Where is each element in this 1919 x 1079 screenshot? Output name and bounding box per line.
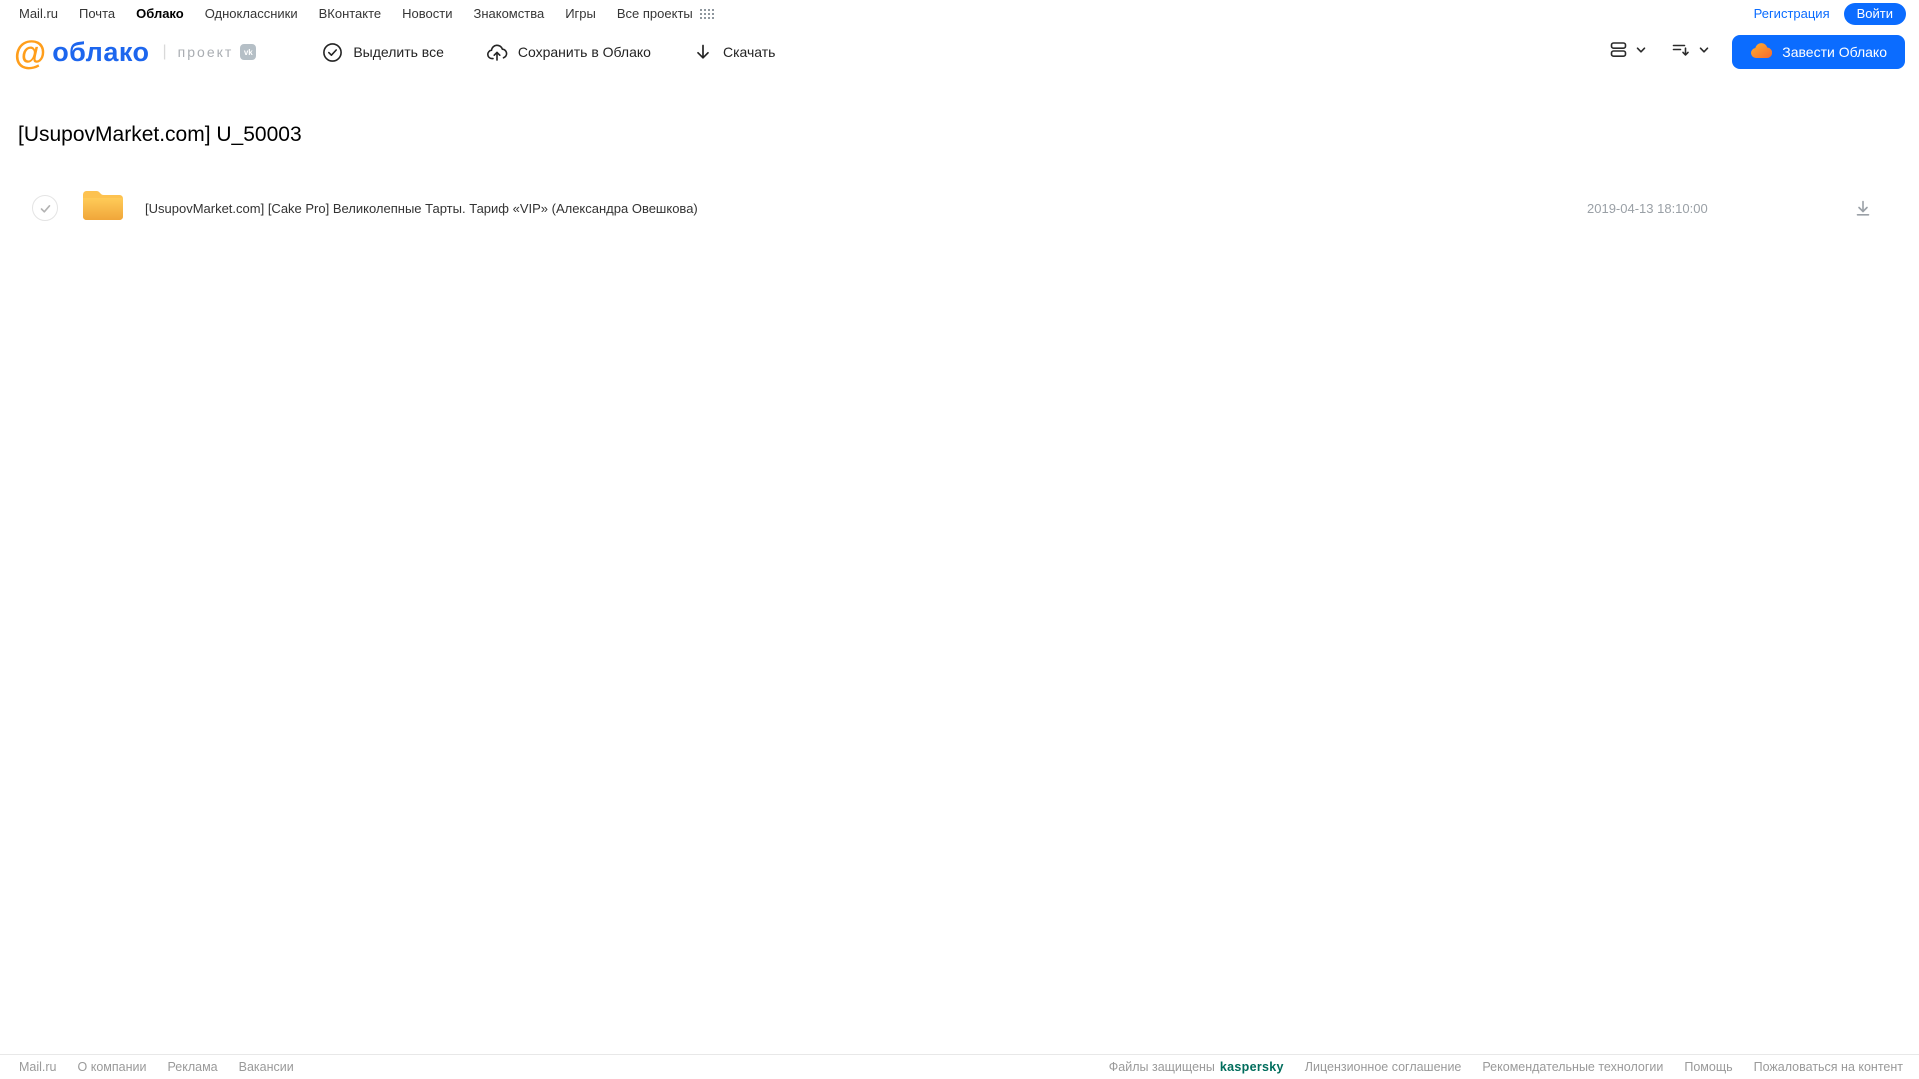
row-download-button[interactable] (1837, 198, 1889, 218)
download-underline-icon (1856, 200, 1870, 216)
nav-item-vkontakte[interactable]: ВКонтакте (319, 6, 382, 21)
save-to-cloud-button[interactable]: Сохранить в Облако (486, 42, 651, 63)
kaspersky-protection: Файлы защищены kaspersky (1109, 1060, 1284, 1074)
download-arrow-icon (693, 42, 713, 62)
header-right-controls: Завести Облако (1609, 35, 1905, 69)
portal-nav-links: Mail.ru Почта Облако Одноклассники ВКонт… (19, 6, 714, 21)
file-name[interactable]: [UsupovMarket.com] [Cake Pro] Великолепн… (145, 201, 1587, 216)
project-vk-label: проект (177, 44, 234, 60)
nav-item-dating[interactable]: Знакомства (473, 6, 544, 21)
check-circle-icon (322, 42, 343, 63)
app-header: @ облако | проект vk Выделить все Сохран… (0, 27, 1919, 77)
nav-item-odnoklassniki[interactable]: Одноклассники (205, 6, 298, 21)
nav-item-cloud[interactable]: Облако (136, 6, 184, 21)
orange-cloud-icon (1750, 42, 1773, 62)
login-button[interactable]: Войти (1843, 2, 1906, 25)
footer-link-recommendation-tech[interactable]: Рекомендательные технологии (1482, 1060, 1663, 1074)
footer-link-license[interactable]: Лицензионное соглашение (1305, 1060, 1462, 1074)
footer-link-report-content[interactable]: Пожаловаться на контент (1754, 1060, 1903, 1074)
folder-icon (80, 187, 126, 229)
download-label: Скачать (722, 44, 776, 60)
apps-grid-icon (699, 8, 714, 19)
chevron-down-icon (1698, 43, 1710, 61)
vk-logo-icon: vk (240, 44, 257, 60)
create-cloud-button[interactable]: Завести Облако (1732, 35, 1905, 69)
chevron-down-icon (1635, 43, 1647, 61)
sort-dropdown[interactable] (1671, 40, 1710, 64)
registration-link[interactable]: Регистрация (1754, 6, 1830, 21)
list-view-icon (1609, 40, 1628, 64)
footer-right-links: Файлы защищены kaspersky Лицензионное со… (1109, 1060, 1903, 1074)
create-cloud-label: Завести Облако (1782, 44, 1887, 60)
all-projects-label: Все проекты (616, 6, 693, 21)
footer-link-help[interactable]: Помощь (1684, 1060, 1732, 1074)
cloud-logo-text: облако (52, 36, 150, 67)
nav-item-mail[interactable]: Почта (79, 6, 115, 21)
footer-link-ads[interactable]: Реклама (167, 1060, 217, 1074)
select-all-button[interactable]: Выделить все (322, 42, 444, 63)
sort-icon (1671, 40, 1691, 64)
check-icon (40, 204, 50, 213)
page-title: [UsupovMarket.com] U_50003 (18, 123, 302, 146)
nav-item-games[interactable]: Игры (565, 6, 596, 21)
main-content: [UsupovMarket.com] U_50003 [UsupovMarket… (0, 77, 1919, 229)
cloud-upload-icon (486, 42, 508, 63)
select-all-label: Выделить все (353, 44, 444, 60)
portal-navbar: Mail.ru Почта Облако Одноклассники ВКонт… (0, 0, 1919, 27)
portal-auth: Регистрация Войти (1754, 2, 1906, 25)
footer: Mail.ru О компании Реклама Вакансии Файл… (0, 1054, 1919, 1079)
row-checkbox[interactable] (32, 195, 58, 221)
kaspersky-logo[interactable]: kaspersky (1220, 1060, 1284, 1074)
download-button[interactable]: Скачать (693, 42, 776, 62)
protected-by-label: Файлы защищены (1108, 1060, 1215, 1074)
file-date: 2019-04-13 18:10:00 (1587, 200, 1708, 216)
footer-left-links: Mail.ru О компании Реклама Вакансии (19, 1060, 294, 1074)
file-row[interactable]: [UsupovMarket.com] [Cake Pro] Великолепн… (0, 187, 1919, 229)
save-to-cloud-label: Сохранить в Облако (517, 44, 651, 60)
nav-item-news[interactable]: Новости (402, 6, 452, 21)
logo-divider: | (162, 43, 167, 60)
file-toolbar: Выделить все Сохранить в Облако Скачать (322, 42, 775, 63)
footer-link-mailru[interactable]: Mail.ru (19, 1060, 57, 1074)
nav-item-mailru[interactable]: Mail.ru (19, 6, 58, 21)
footer-link-about[interactable]: О компании (78, 1060, 147, 1074)
footer-link-jobs[interactable]: Вакансии (239, 1060, 294, 1074)
nav-item-all-projects[interactable]: Все проекты (617, 6, 714, 21)
mailru-at-icon: @ (14, 33, 47, 71)
view-mode-dropdown[interactable] (1609, 40, 1647, 64)
cloud-logo[interactable]: @ облако | проект vk (14, 33, 257, 71)
